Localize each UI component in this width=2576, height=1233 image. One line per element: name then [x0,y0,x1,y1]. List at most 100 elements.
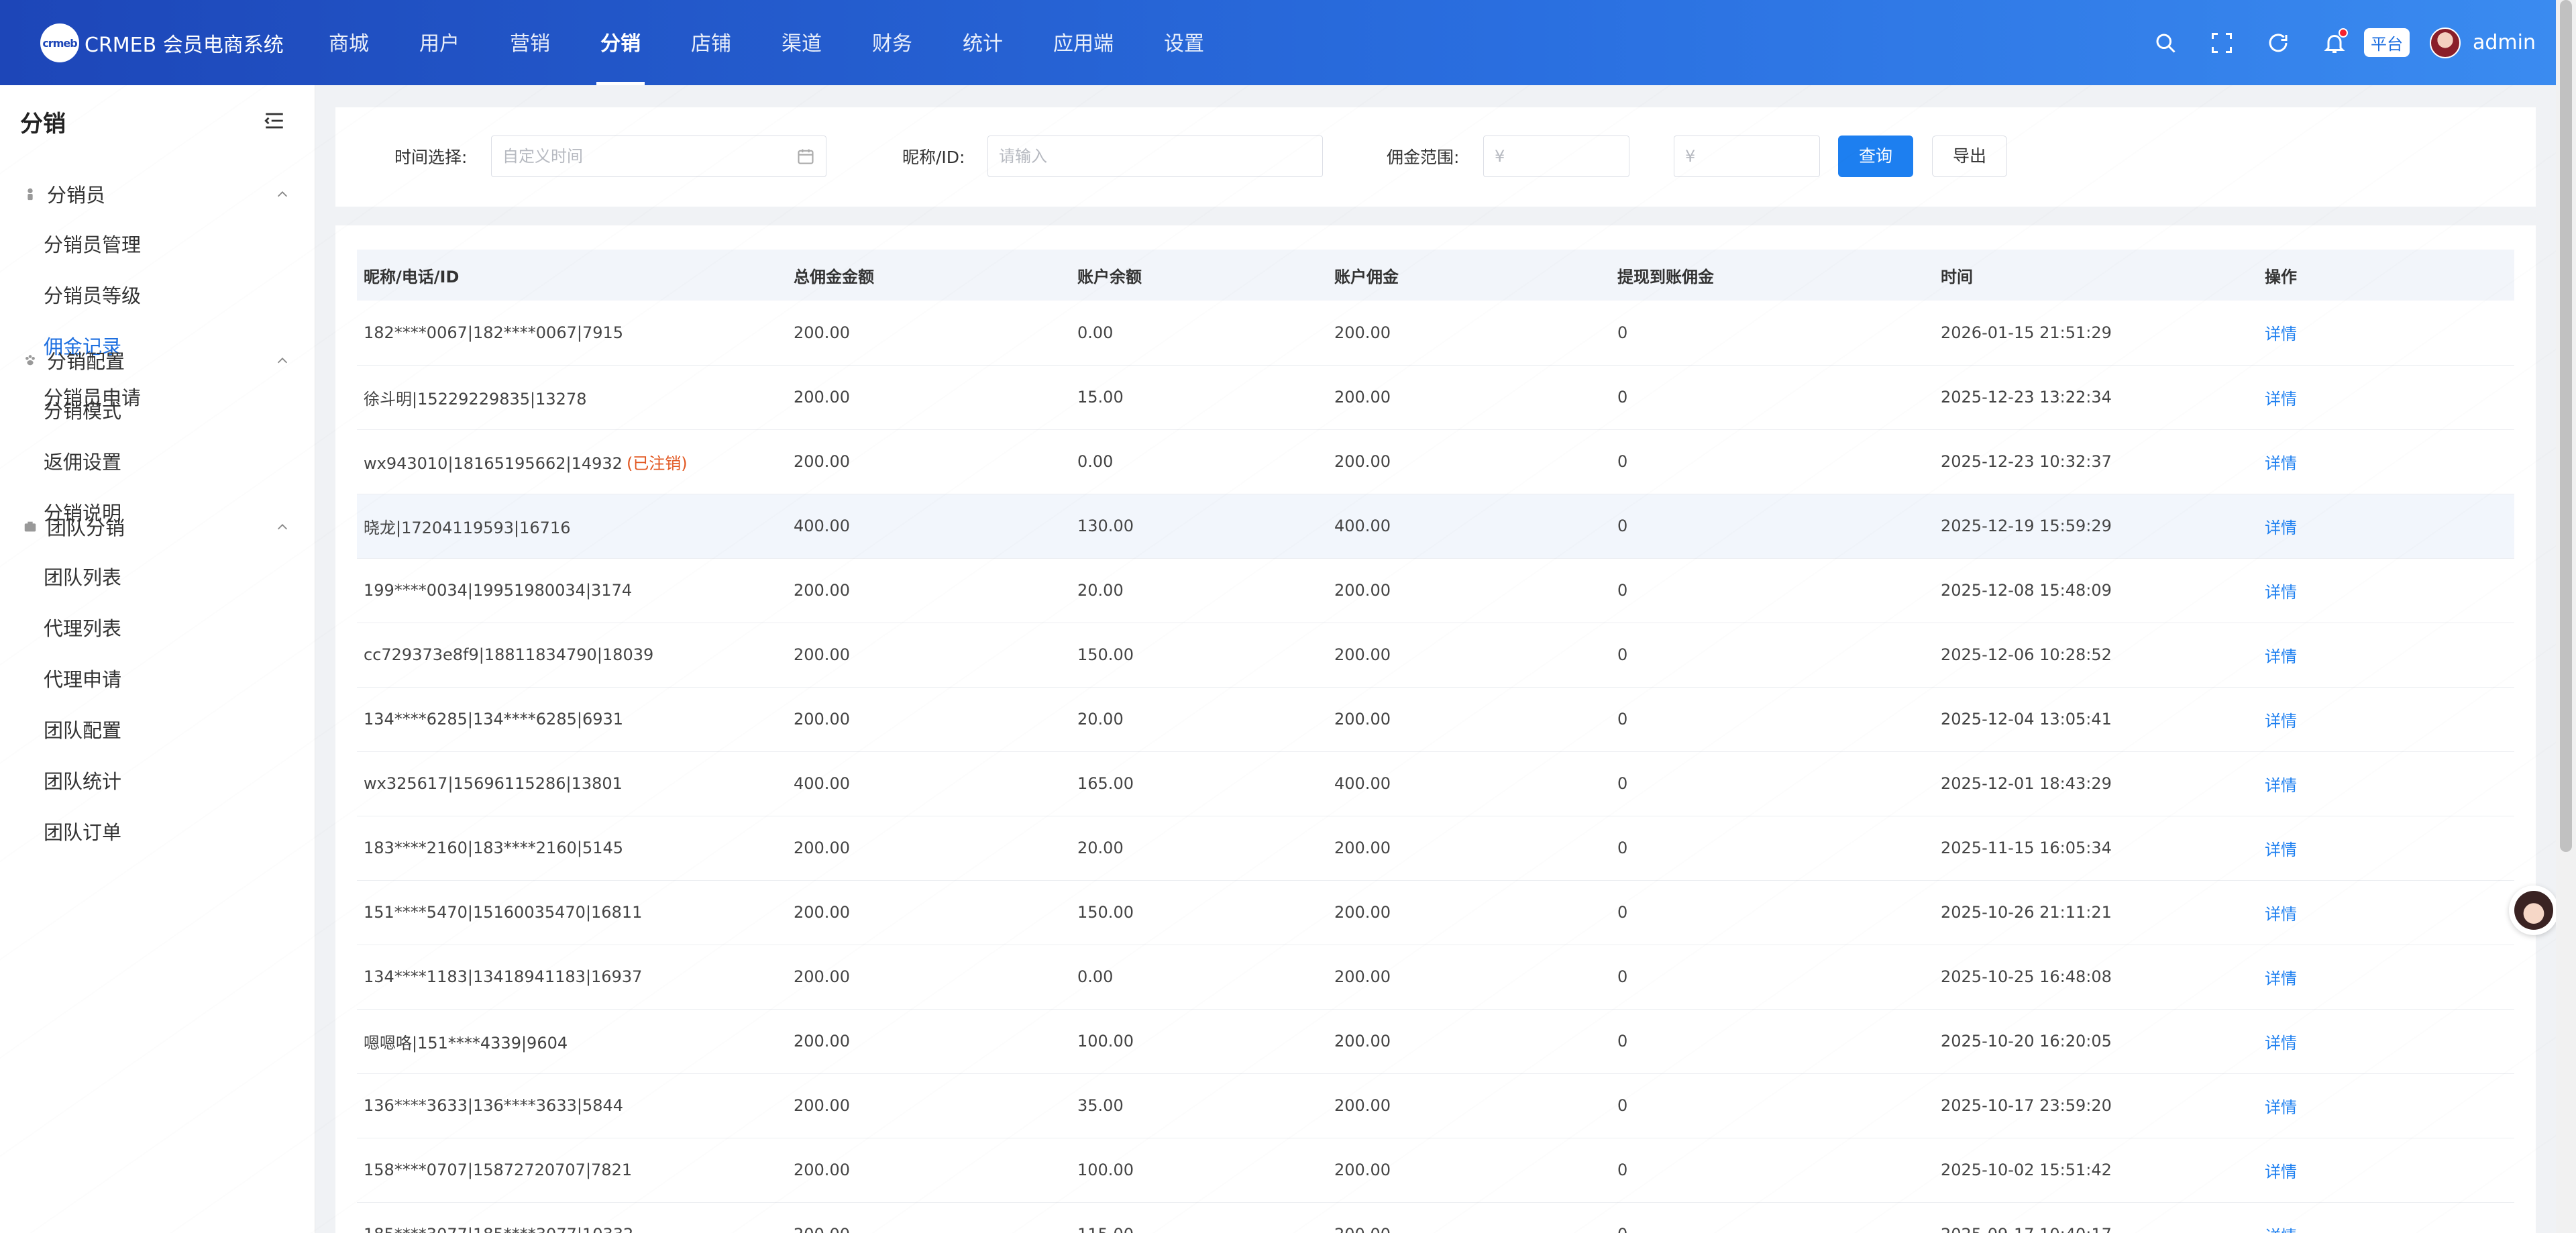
detail-link[interactable]: 详情 [2265,647,2297,666]
cell-user: 晓龙|17204119593|16716 [357,494,787,559]
topnav-item[interactable]: 营销 [510,0,550,85]
topnav-item[interactable]: 应用端 [1053,0,1114,85]
user-info: 182****0067|182****0067|7915 [364,323,624,342]
detail-link[interactable]: 详情 [2265,1163,2297,1181]
user-info: 134****6285|134****6285|6931 [364,710,624,729]
bell-icon[interactable] [2320,28,2349,58]
sidebar-group-label: 分销员 [47,184,106,207]
sidebar-group-head[interactable]: 团队分销 [0,501,315,552]
chevron-up-icon[interactable] [275,187,290,202]
detail-link[interactable]: 详情 [2265,969,2297,988]
customer-service-avatar[interactable] [2509,886,2559,935]
sidebar-item-team-stats[interactable]: 团队统计 [44,756,189,807]
cell-withdrawn: 0 [1611,1009,1934,1074]
calendar-icon [798,149,814,164]
nickname-placeholder: 请输入 [999,147,1047,166]
cell-user: 158****0707|15872720707|7821 [357,1138,787,1203]
team-icon [24,521,36,532]
topnav-item[interactable]: 财务 [872,0,912,85]
topnav-item[interactable]: 商城 [329,0,369,85]
sidebar-item-rebate-settings[interactable]: 返佣设置 [44,437,189,488]
cell-user: cc729373e8f9|18811834790|18039 [357,623,787,688]
platform-badge[interactable]: 平台 [2364,28,2410,57]
cell-balance: 15.00 [1071,365,1328,430]
cell-total: 200.00 [787,945,1071,1010]
brand[interactable]: crmeb CRMEB 会员电商系统 [40,23,284,63]
export-button[interactable]: 导出 [1932,136,2007,177]
cell-commission: 200.00 [1328,365,1611,430]
cell-time: 2025-12-01 18:43:29 [1934,751,2258,816]
detail-link[interactable]: 详情 [2265,390,2297,409]
cell-action: 详情 [2258,623,2514,688]
sidebar-item-agent-apply[interactable]: 代理申请 [44,654,189,705]
commission-min-placeholder: ¥ [1495,147,1505,166]
sidebar-item-distributor-level[interactable]: 分销员等级 [44,270,189,321]
cell-withdrawn: 0 [1611,623,1934,688]
query-button[interactable]: 查询 [1838,136,1913,177]
cell-total: 400.00 [787,494,1071,559]
topnav-item[interactable]: 店铺 [691,0,731,85]
detail-link[interactable]: 详情 [2265,583,2297,602]
cell-time: 2025-12-19 15:59:29 [1934,494,2258,559]
detail-link[interactable]: 详情 [2265,776,2297,795]
user-info: wx325617|15696115286|13801 [364,774,623,793]
cell-withdrawn: 0 [1611,1138,1934,1203]
sidebar-item-agent-list[interactable]: 代理列表 [44,603,189,654]
sidebar-item-distributor-manage[interactable]: 分销员管理 [44,219,189,270]
topnav-item[interactable]: 统计 [963,0,1003,85]
sidebar-group-head[interactable]: 分销员 [0,168,315,219]
topnav-item[interactable]: 设置 [1164,0,1204,85]
cell-user: 徐斗明|15229229835|13278 [357,365,787,430]
commission-min-input[interactable]: ¥ [1483,136,1629,177]
date-range-picker[interactable]: 自定义时间 [491,136,826,177]
table-row: 158****0707|15872720707|7821 200.00 100.00… [357,1138,2514,1203]
refresh-icon[interactable] [2263,28,2293,58]
cell-action: 详情 [2258,558,2514,623]
sidebar-group-label: 分销配置 [47,350,125,373]
cell-total: 200.00 [787,365,1071,430]
sidebar-item-team-config[interactable]: 团队配置 [44,705,189,756]
sidebar-item-team-orders[interactable]: 团队订单 [44,807,189,858]
cell-total: 200.00 [787,1202,1071,1233]
menu-collapse-icon[interactable] [263,111,286,131]
page-scrollbar[interactable] [2556,0,2576,1233]
detail-link[interactable]: 详情 [2265,325,2297,343]
table-row: 嗯嗯咯|151****4339|9604 200.00 100.00 200.00 0 2… [357,1009,2514,1074]
chevron-up-icon[interactable] [275,520,290,535]
detail-link[interactable]: 详情 [2265,519,2297,537]
cancelled-tag: (已注销) [626,453,688,473]
cell-withdrawn: 0 [1611,880,1934,945]
detail-link[interactable]: 详情 [2265,712,2297,731]
search-icon[interactable] [2151,28,2180,58]
sidebar-item-mode[interactable]: 分销模式 [44,386,189,437]
table-row: 183****2160|183****2160|5145 200.00 20.00 2… [357,816,2514,881]
cell-total: 200.00 [787,880,1071,945]
topnav-item[interactable]: 用户 [419,0,460,85]
user-name[interactable]: admin [2473,31,2536,54]
detail-link[interactable]: 详情 [2265,454,2297,473]
detail-link[interactable]: 详情 [2265,1034,2297,1053]
topnav-item[interactable]: 渠道 [782,0,822,85]
chevron-up-icon[interactable] [275,354,290,368]
cell-total: 400.00 [787,751,1071,816]
avatar[interactable] [2430,27,2461,58]
sidebar-item-team-list[interactable]: 团队列表 [44,552,189,603]
detail-link[interactable]: 详情 [2265,1098,2297,1117]
cell-action: 详情 [2258,880,2514,945]
detail-link[interactable]: 详情 [2265,905,2297,924]
detail-link[interactable]: 详情 [2265,841,2297,859]
cell-total: 200.00 [787,301,1071,366]
nickname-input[interactable]: 请输入 [987,136,1323,177]
commission-table-card: 昵称/电话/ID 总佣金金额 账户余额 账户佣金 提现到账佣金 时间 操作 18… [335,225,2536,1233]
cell-action: 详情 [2258,751,2514,816]
cell-withdrawn: 0 [1611,687,1934,752]
sidebar-group-head[interactable]: 分销配置 [0,335,315,386]
cell-user: wx943010|18165195662|14932 (已注销) [357,429,787,494]
cell-time: 2025-12-06 10:28:52 [1934,623,2258,688]
commission-max-input[interactable]: ¥ [1674,136,1820,177]
fullscreen-icon[interactable] [2207,28,2237,58]
detail-link[interactable]: 详情 [2265,1227,2297,1233]
cell-time: 2025-10-17 23:59:20 [1934,1073,2258,1138]
scrollbar-thumb[interactable] [2560,0,2572,852]
topnav-item[interactable]: 分销 [596,0,645,85]
